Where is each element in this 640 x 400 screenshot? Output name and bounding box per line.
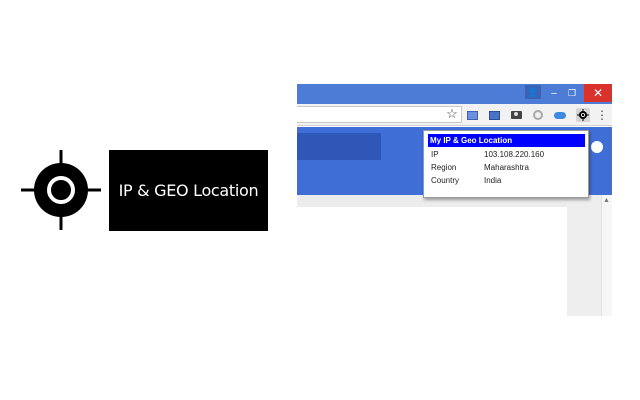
- bookmark-star-icon[interactable]: ☆: [445, 106, 459, 121]
- region-value: Maharashtra: [484, 163, 529, 172]
- minimize-button[interactable]: –: [547, 84, 561, 102]
- title-bar: 👤 – ❐ ✕: [297, 84, 612, 104]
- country-label: Country: [431, 176, 460, 185]
- popup-row-region: Region Maharashtra: [424, 162, 590, 174]
- popup-row-country: Country India: [424, 175, 590, 187]
- scroll-up-icon[interactable]: ▲: [603, 197, 610, 204]
- scrollbar[interactable]: ▲: [601, 195, 612, 316]
- content-side-panel: [567, 195, 601, 316]
- close-button[interactable]: ✕: [584, 84, 612, 102]
- popup-title: My IP & Geo Location: [428, 134, 585, 147]
- country-value: India: [484, 176, 502, 185]
- header-block: [297, 133, 381, 160]
- maximize-button[interactable]: ❐: [565, 84, 579, 102]
- region-label: Region: [431, 163, 457, 172]
- cast-icon[interactable]: [465, 108, 479, 122]
- ip-label: IP: [431, 150, 439, 159]
- browser-window: 👤 – ❐ ✕ ☆ ⋮ ▲ My IP & Geo Location IP 10…: [297, 84, 612, 316]
- menu-icon[interactable]: ⋮: [595, 108, 609, 122]
- ip-geo-extension-icon[interactable]: [576, 108, 590, 122]
- browser-toolbar: ☆ ⋮: [297, 104, 612, 126]
- logo-banner: IP & GEO Location: [109, 150, 268, 231]
- crosshair-icon: [577, 109, 589, 121]
- image-icon[interactable]: [487, 108, 501, 122]
- ip-value: 103.108.220.160: [484, 150, 545, 159]
- user-profile-icon[interactable]: 👤: [525, 85, 541, 99]
- cloud-icon[interactable]: [553, 108, 567, 122]
- header-dot: [591, 141, 603, 153]
- circle-icon[interactable]: [531, 108, 545, 122]
- crosshair-logo-icon: [21, 150, 101, 230]
- logo-text: IP & GEO Location: [118, 181, 259, 200]
- popup-row-ip: IP 103.108.220.160: [424, 149, 590, 161]
- camera-icon[interactable]: [509, 108, 523, 122]
- page-content: ▲: [297, 195, 612, 316]
- address-bar[interactable]: [297, 106, 462, 123]
- ip-geo-popup: My IP & Geo Location IP 103.108.220.160 …: [423, 130, 589, 198]
